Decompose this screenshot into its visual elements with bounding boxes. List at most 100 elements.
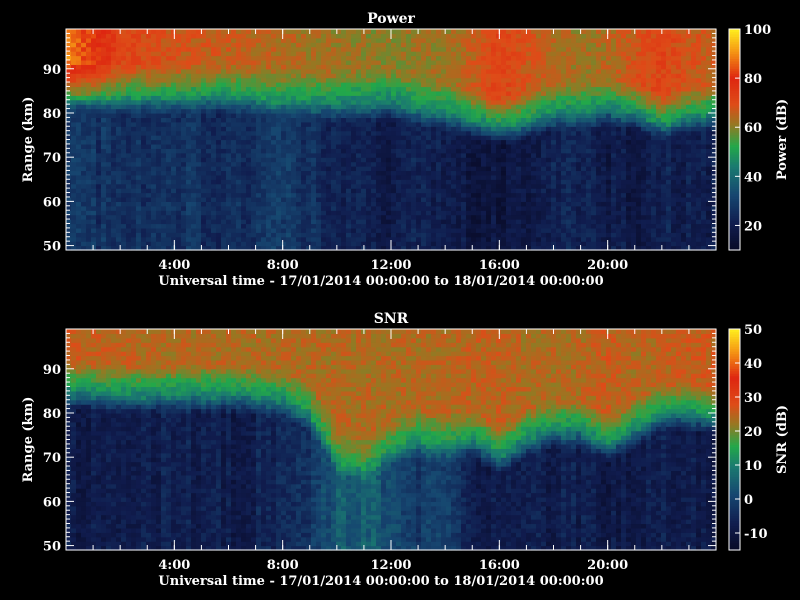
heatmap-cell bbox=[526, 117, 532, 123]
heatmap-cell bbox=[496, 99, 502, 105]
heatmap-cell bbox=[431, 143, 437, 149]
heatmap-cell bbox=[421, 42, 427, 48]
heatmap-cell bbox=[166, 161, 172, 167]
heatmap-cell bbox=[511, 126, 517, 132]
heatmap-cell bbox=[86, 64, 92, 70]
heatmap-cell bbox=[541, 90, 547, 96]
heatmap-cell bbox=[201, 170, 207, 176]
heatmap-cell bbox=[171, 166, 177, 172]
heatmap-cell bbox=[356, 108, 362, 114]
heatmap-cell bbox=[531, 210, 537, 216]
heatmap-cell bbox=[556, 196, 562, 202]
heatmap-cell bbox=[251, 99, 257, 105]
heatmap-cell bbox=[341, 170, 347, 176]
heatmap-cell bbox=[221, 139, 227, 145]
heatmap-cell bbox=[221, 157, 227, 163]
heatmap-cell bbox=[406, 82, 412, 88]
heatmap-cell bbox=[276, 232, 282, 238]
heatmap-cell bbox=[556, 139, 562, 145]
heatmap-cell bbox=[91, 170, 97, 176]
heatmap-cell bbox=[546, 166, 552, 172]
heatmap-cell bbox=[476, 104, 482, 110]
heatmap-cell bbox=[381, 201, 387, 207]
heatmap-cell bbox=[176, 126, 182, 132]
heatmap-cell bbox=[241, 51, 247, 57]
heatmap-cell bbox=[191, 135, 197, 141]
heatmap-cell bbox=[436, 121, 442, 127]
heatmap-cell bbox=[406, 117, 412, 123]
heatmap-cell bbox=[181, 90, 187, 96]
heatmap-cell bbox=[311, 219, 317, 225]
heatmap-cell bbox=[131, 174, 137, 180]
heatmap-cell bbox=[556, 219, 562, 225]
heatmap-cell bbox=[401, 227, 407, 233]
heatmap-cell bbox=[126, 64, 132, 70]
heatmap-cell bbox=[291, 192, 297, 198]
heatmap-cell bbox=[121, 148, 127, 154]
heatmap-cell bbox=[436, 170, 442, 176]
heatmap-cell bbox=[256, 232, 262, 238]
heatmap-cell bbox=[381, 166, 387, 172]
heatmap-cell bbox=[261, 59, 267, 65]
heatmap-cell bbox=[356, 179, 362, 185]
heatmap-cell bbox=[276, 223, 282, 229]
heatmap-cell bbox=[296, 55, 302, 61]
heatmap-cell bbox=[436, 73, 442, 79]
heatmap-cell bbox=[456, 170, 462, 176]
heatmap-cell bbox=[556, 143, 562, 149]
heatmap-cell bbox=[426, 46, 432, 52]
heatmap-cell bbox=[281, 152, 287, 158]
heatmap-cell bbox=[156, 126, 162, 132]
heatmap-cell bbox=[276, 236, 282, 242]
heatmap-cell bbox=[131, 55, 137, 61]
heatmap-cell bbox=[316, 59, 322, 65]
heatmap-cell bbox=[381, 241, 387, 247]
heatmap-cell bbox=[451, 112, 457, 118]
heatmap-cell bbox=[341, 117, 347, 123]
heatmap-cell bbox=[551, 170, 557, 176]
heatmap-cell bbox=[476, 174, 482, 180]
heatmap-cell bbox=[126, 188, 132, 194]
heatmap-cell bbox=[441, 33, 447, 39]
heatmap-cell bbox=[371, 108, 377, 114]
heatmap-cell bbox=[276, 130, 282, 136]
heatmap-cell bbox=[301, 37, 307, 43]
heatmap-cell bbox=[471, 143, 477, 149]
heatmap-cell bbox=[221, 130, 227, 136]
heatmap-cell bbox=[436, 37, 442, 43]
heatmap-cell bbox=[171, 126, 177, 132]
heatmap-cell bbox=[406, 174, 412, 180]
heatmap-cell bbox=[551, 196, 557, 202]
heatmap-cell bbox=[126, 236, 132, 242]
heatmap-cell bbox=[401, 64, 407, 70]
heatmap-cell bbox=[116, 188, 122, 194]
heatmap-cell bbox=[471, 214, 477, 220]
heatmap-cell bbox=[191, 64, 197, 70]
heatmap-cell bbox=[106, 219, 112, 225]
heatmap-cell bbox=[386, 77, 392, 83]
heatmap-cell bbox=[151, 29, 157, 35]
heatmap-cell bbox=[381, 214, 387, 220]
heatmap-cell bbox=[111, 64, 117, 70]
heatmap-cell bbox=[496, 112, 502, 118]
heatmap-cell bbox=[561, 99, 567, 105]
heatmap-cell bbox=[541, 73, 547, 79]
heatmap-cell bbox=[461, 179, 467, 185]
heatmap-cell bbox=[351, 148, 357, 154]
heatmap-cell bbox=[481, 95, 487, 101]
heatmap-cell bbox=[341, 241, 347, 247]
heatmap-cell bbox=[146, 205, 152, 211]
heatmap-cell bbox=[221, 33, 227, 39]
heatmap-cell bbox=[436, 108, 442, 114]
heatmap-cell bbox=[511, 59, 517, 65]
heatmap-cell bbox=[451, 86, 457, 92]
heatmap-cell bbox=[526, 77, 532, 83]
heatmap-cell bbox=[81, 241, 87, 247]
heatmap-cell bbox=[406, 130, 412, 136]
heatmap-cell bbox=[186, 236, 192, 242]
heatmap-cell bbox=[161, 223, 167, 229]
heatmap-cell bbox=[286, 68, 292, 74]
heatmap-cell bbox=[466, 188, 472, 194]
heatmap-cell bbox=[151, 99, 157, 105]
heatmap-cell bbox=[471, 148, 477, 154]
